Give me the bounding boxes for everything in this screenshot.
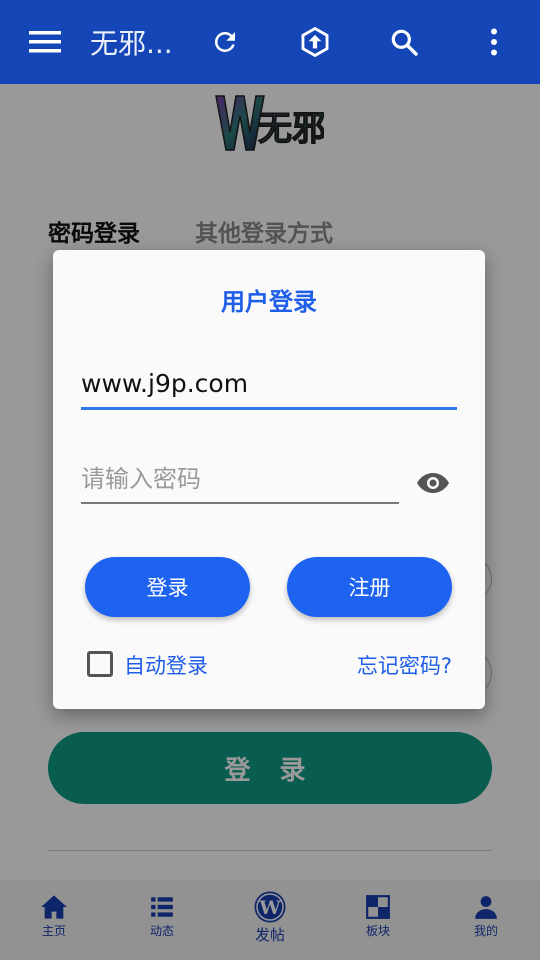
app-bar: 无邪... bbox=[0, 0, 540, 84]
search-icon[interactable] bbox=[380, 18, 428, 66]
auto-login-checkbox[interactable] bbox=[87, 651, 113, 677]
username-input[interactable] bbox=[81, 366, 457, 410]
upload-icon[interactable] bbox=[291, 18, 339, 66]
show-password-eye-icon[interactable] bbox=[415, 468, 451, 498]
login-dialog: 用户登录 登录 注册 自动登录 忘记密码? bbox=[53, 250, 485, 709]
password-input[interactable] bbox=[81, 462, 399, 504]
dialog-title: 用户登录 bbox=[221, 288, 317, 316]
menu-icon[interactable] bbox=[21, 18, 69, 66]
refresh-icon[interactable] bbox=[201, 18, 249, 66]
forgot-password-link[interactable]: 忘记密码? bbox=[357, 650, 452, 680]
more-vert-icon[interactable] bbox=[470, 18, 518, 66]
login-button[interactable]: 登录 bbox=[85, 557, 250, 617]
app-title: 无邪... bbox=[90, 27, 173, 60]
auto-login-label[interactable]: 自动登录 bbox=[124, 650, 208, 680]
register-button[interactable]: 注册 bbox=[287, 557, 452, 617]
